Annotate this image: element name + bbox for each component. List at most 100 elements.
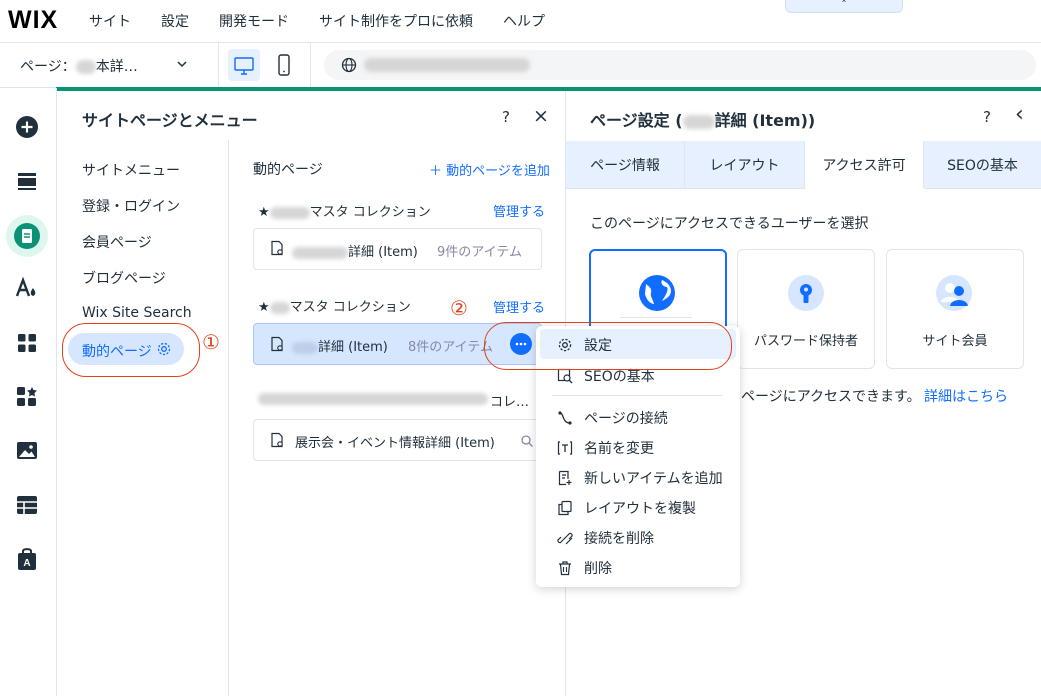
help-button[interactable]: ? (502, 108, 510, 126)
nav-blog-pages[interactable]: ブログページ (82, 268, 166, 288)
title-prefix: ページ設定 ( (590, 111, 683, 130)
media-icon[interactable] (14, 438, 40, 464)
dynamic-page-item-2-title: 詳細 (Item) (292, 336, 388, 355)
dynamic-page-item-2-count: 8件のアイテム (408, 340, 493, 355)
ctx-connect-label: ページの接続 (584, 411, 668, 427)
wix-logo[interactable]: WIX (8, 6, 58, 35)
context-menu-divider (552, 395, 722, 396)
unlink-icon (556, 529, 574, 547)
blurred-text (292, 246, 348, 259)
access-option-password-label: パスワード保持者 (753, 334, 858, 349)
add-item-icon (556, 469, 574, 487)
connect-icon (556, 409, 574, 427)
ctx-remove-connection-label: 接続を削除 (584, 531, 654, 547)
ctx-rename[interactable]: 名前を変更 (556, 438, 654, 458)
add-dynamic-page-link[interactable]: ＋ 動的ページを追加 (429, 160, 550, 179)
duplicate-icon (556, 499, 574, 517)
blurred-text (269, 301, 290, 314)
collection-1-name-text: マスタ コレクション (309, 205, 431, 220)
item-1-label: 詳細 (Item) (348, 245, 418, 260)
star-icon: ★ (258, 205, 270, 220)
password-lock-icon (787, 274, 825, 316)
menu-dev-mode[interactable]: 開発モード (219, 11, 289, 31)
blurred-text (682, 114, 715, 129)
page-selector-label: ページ： 本詳… (20, 56, 138, 76)
members-icon (935, 274, 973, 316)
settings-help-button[interactable]: ? (983, 108, 991, 126)
title-suffix: 詳細 (Item)) (714, 111, 816, 130)
design-icon[interactable] (14, 275, 40, 301)
business-apps-icon[interactable] (14, 384, 40, 410)
annotation-number-2: ② (450, 296, 468, 320)
blurred-text (269, 206, 310, 219)
collection-1-name: ★ マスタ コレクション (258, 201, 431, 220)
page-settings-title: ページ設定 ( 詳細 (Item)) (590, 107, 815, 131)
rename-icon (556, 439, 574, 457)
ctx-duplicate-label: レイアウトを複製 (584, 501, 696, 517)
dynamic-pages-heading: 動的ページ (253, 162, 323, 178)
item-2-label: 詳細 (Item) (318, 340, 388, 355)
nav-member-pages[interactable]: 会員ページ (82, 232, 152, 252)
close-button[interactable]: × (533, 105, 549, 127)
collapse-topbar-button[interactable]: ˄ (785, 0, 903, 13)
sections-icon[interactable] (14, 168, 40, 194)
dynamic-page-item-3-title: 展示会・イベント情報詳細 (Item) (295, 436, 495, 451)
menu-hire-pro[interactable]: サイト制作をプロに依頼 (319, 11, 473, 31)
star-icon: ★ (258, 300, 270, 315)
everyone-globe-icon (638, 274, 676, 316)
pages-nav (57, 140, 229, 696)
search-icon (520, 433, 534, 452)
manage-collection-1-link[interactable]: 管理する (493, 201, 545, 220)
chevron-down-icon[interactable] (175, 56, 189, 75)
cms-icon[interactable] (14, 492, 40, 518)
svg-text:A: A (23, 558, 30, 569)
tab-page-info[interactable]: ページ情報 (566, 141, 685, 189)
annotation-circle-1 (62, 323, 200, 377)
app-market-icon[interactable]: A (14, 546, 40, 572)
access-info-text: ページにアクセスできます。 (741, 389, 921, 405)
menu-site[interactable]: サイト (89, 11, 131, 31)
ctx-add-item-label: 新しいアイテムを追加 (584, 471, 723, 487)
divider (620, 317, 692, 318)
dynamic-page-item-1-title: 詳細 (Item) (292, 241, 418, 260)
page-selector-value: 本詳… (95, 59, 138, 75)
dynamic-page-icon (269, 240, 285, 260)
globe-icon (341, 57, 357, 77)
ctx-delete[interactable]: 削除 (556, 558, 612, 578)
nav-site-search[interactable]: Wix Site Search (82, 305, 192, 321)
site-pages-panel-title: サイトページとメニュー (82, 111, 258, 130)
learn-more-link[interactable]: 詳細はこちら (924, 386, 1008, 406)
apps-icon[interactable] (14, 330, 40, 356)
menu-settings[interactable]: 設定 (161, 11, 189, 31)
collection-2-name: ★ マスタ コレクション (258, 296, 411, 315)
ctx-duplicate-layout[interactable]: レイアウトを複製 (556, 498, 696, 518)
tab-permissions[interactable]: アクセス許可 (805, 141, 924, 188)
trash-icon (556, 559, 574, 577)
manage-collection-2-link[interactable]: 管理する (493, 297, 545, 316)
mobile-view-button[interactable] (274, 54, 294, 80)
ctx-connect-page[interactable]: ページの接続 (556, 408, 668, 428)
tab-layout[interactable]: レイアウト (685, 141, 805, 189)
access-heading: このページにアクセスできるユーザーを選択 (590, 216, 869, 232)
dynamic-page-icon (269, 432, 285, 452)
access-option-members-label: サイト会員 (922, 334, 988, 349)
blurred-text (292, 341, 318, 354)
desktop-view-button[interactable] (228, 49, 260, 81)
ctx-add-item[interactable]: 新しいアイテムを追加 (556, 468, 723, 488)
menu-help[interactable]: ヘルプ (503, 11, 545, 31)
blurred-url (364, 58, 530, 72)
blurred-collection-3-name (258, 393, 488, 405)
blurred-text (75, 60, 96, 74)
nav-site-menu[interactable]: サイトメニュー (82, 160, 180, 180)
collection-2-name-text: マスタ コレクション (289, 300, 411, 315)
collection-3-name: コレ… (490, 395, 530, 410)
dynamic-page-icon (269, 336, 285, 356)
ctx-remove-connection[interactable]: 接続を削除 (556, 528, 654, 548)
settings-back-button[interactable]: ‹ (1015, 102, 1024, 127)
annotation-number-1: ① (202, 330, 220, 354)
tab-seo-basics[interactable]: SEOの基本 (924, 141, 1041, 189)
add-elements-icon[interactable] (14, 114, 40, 140)
nav-signup-login[interactable]: 登録・ログイン (82, 196, 180, 216)
pages-icon[interactable] (6, 215, 48, 257)
ctx-delete-label: 削除 (584, 561, 612, 577)
